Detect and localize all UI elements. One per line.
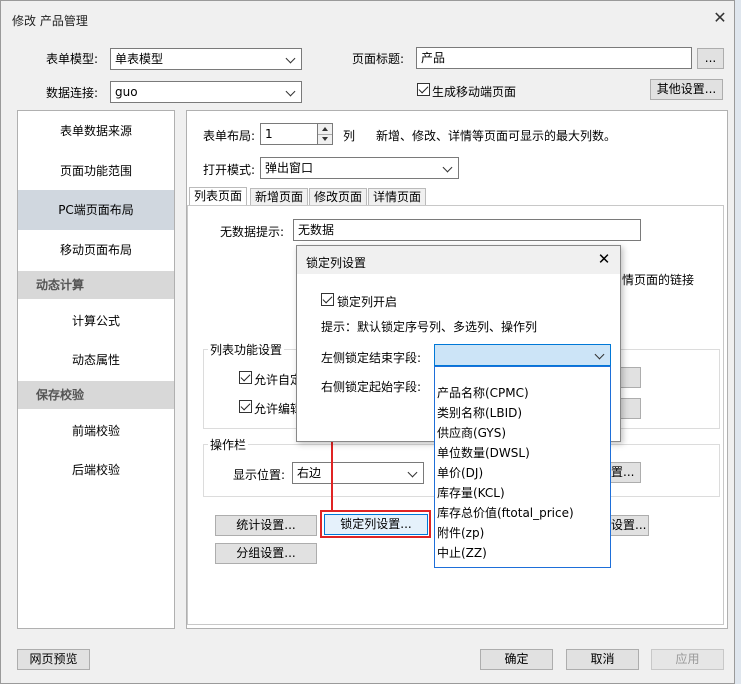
data-conn-select[interactable]: guo xyxy=(110,81,302,103)
lock-enable-label: 锁定列开启 xyxy=(337,295,398,309)
chevron-down-icon xyxy=(594,345,606,365)
allow-custom-label: 允许自定 xyxy=(254,373,303,387)
allow-edit-checkbox[interactable] xyxy=(239,400,252,413)
open-mode-select[interactable]: 弹出窗口 xyxy=(260,157,459,179)
spin-up-icon[interactable] xyxy=(318,124,332,134)
lock-dialog-close-icon[interactable]: ✕ xyxy=(596,251,612,267)
apply-button[interactable]: 应用 xyxy=(651,649,724,670)
left-end-select[interactable] xyxy=(434,344,611,366)
sidebar-item-frontend-check[interactable]: 前端校验 xyxy=(18,411,174,451)
close-icon[interactable]: ✕ xyxy=(711,9,729,27)
sidebar-item-backend-check[interactable]: 后端校验 xyxy=(18,450,174,490)
dropdown-option[interactable]: 单价(DJ) xyxy=(437,463,607,483)
chevron-down-icon xyxy=(285,49,297,69)
data-conn-label: 数据连接: xyxy=(46,86,99,100)
tab-list-page[interactable]: 列表页面 xyxy=(189,187,248,206)
gen-mobile-label: 生成移动端页面 xyxy=(432,85,517,99)
lock-hint: 提示：默认锁定序号列、多选列、操作列 xyxy=(321,320,538,334)
dropdown-option[interactable]: 附件(zp) xyxy=(437,523,607,543)
dropdown-option[interactable]: 库存量(KCL) xyxy=(437,483,607,503)
ok-button[interactable]: 确定 xyxy=(480,649,553,670)
list-func-group-title: 列表功能设置 xyxy=(208,341,285,358)
page-title-label: 页面标题: xyxy=(352,52,405,66)
field-dropdown-list: 产品名称(CPMC) 类别名称(LBID) 供应商(GYS) 单位数量(DWSL… xyxy=(434,366,611,568)
form-model-label: 表单模型: xyxy=(46,52,99,66)
dropdown-option[interactable]: 库存总价值(ftotal_price) xyxy=(437,503,607,523)
layout-cols-input[interactable]: 1 xyxy=(260,123,318,145)
dropdown-option[interactable]: 中止(ZZ) xyxy=(437,543,607,563)
sidebar-header-dynamic: 动态计算 xyxy=(18,271,174,299)
sidebar-item-page-scope[interactable]: 页面功能范围 xyxy=(18,151,174,191)
no-data-input[interactable]: 无数据 xyxy=(293,219,641,241)
open-mode-value: 弹出窗口 xyxy=(265,161,314,175)
spin-down-icon[interactable] xyxy=(318,134,332,145)
dropdown-option[interactable]: 类别名称(LBID) xyxy=(437,403,607,423)
stats-settings-button[interactable]: 统计设置... xyxy=(215,515,317,536)
group-settings-button[interactable]: 分组设置... xyxy=(215,543,317,564)
display-pos-value: 右边 xyxy=(297,466,322,480)
cancel-button[interactable]: 取消 xyxy=(566,649,639,670)
dropdown-option[interactable]: 产品名称(CPMC) xyxy=(437,383,607,403)
sidebar-item-formula[interactable]: 计算公式 xyxy=(18,301,174,341)
tab-add-page[interactable]: 新增页面 xyxy=(250,188,309,206)
sidebar: 表单数据来源 页面功能范围 PC端页面布局 移动页面布局 动态计算 计算公式 动… xyxy=(17,110,175,629)
sidebar-item-dynamic-attr[interactable]: 动态属性 xyxy=(18,340,174,380)
sidebar-header-validation: 保存校验 xyxy=(18,381,174,409)
display-pos-select[interactable]: 右边 xyxy=(292,462,424,484)
no-data-label: 无数据提示: xyxy=(220,225,285,239)
chevron-down-icon xyxy=(407,463,419,483)
sidebar-item-pc-layout[interactable]: PC端页面布局 xyxy=(18,190,174,230)
right-start-label: 右侧锁定起始字段: xyxy=(321,380,422,394)
data-conn-value: guo xyxy=(115,85,138,99)
chevron-down-icon xyxy=(285,82,297,102)
sidebar-item-mobile-layout[interactable]: 移动页面布局 xyxy=(18,230,174,270)
tab-edit-page[interactable]: 修改页面 xyxy=(309,188,368,206)
layout-cols-stepper[interactable] xyxy=(317,123,333,145)
more-settings-button[interactable]: 设置... xyxy=(610,515,649,536)
page-title-input[interactable]: 产品 xyxy=(416,47,692,69)
other-settings-button[interactable]: 其他设置... xyxy=(650,79,723,100)
dropdown-option[interactable]: 供应商(GYS) xyxy=(437,423,607,443)
dropdown-option[interactable]: 单位数量(DWSL) xyxy=(437,443,607,463)
tab-detail-page[interactable]: 详情页面 xyxy=(368,188,427,206)
col-unit-label: 列 xyxy=(343,129,356,143)
page-title-more-button[interactable]: ... xyxy=(697,48,724,69)
left-end-label: 左侧锁定结束字段: xyxy=(321,351,422,365)
lock-enable-checkbox[interactable] xyxy=(321,293,334,306)
preview-button[interactable]: 网页预览 xyxy=(17,649,90,670)
layout-label: 表单布局: xyxy=(203,129,256,143)
detail-link-text: 情页面的链接 xyxy=(622,273,695,287)
allow-edit-label: 允许编辑 xyxy=(254,402,303,416)
highlight-box xyxy=(320,510,431,538)
allow-custom-checkbox[interactable] xyxy=(239,371,252,384)
form-model-value: 单表模型 xyxy=(115,52,164,66)
open-mode-label: 打开模式: xyxy=(203,163,256,177)
gen-mobile-checkbox[interactable] xyxy=(417,83,430,96)
lock-dialog-title: 锁定列设置 xyxy=(306,256,367,270)
operate-group-title: 操作栏 xyxy=(208,436,249,453)
display-pos-label: 显示位置: xyxy=(233,468,286,482)
background-window-edge xyxy=(735,0,741,684)
chevron-down-icon xyxy=(442,158,454,178)
layout-hint: 新增、修改、详情等页面可显示的最大列数。 xyxy=(376,129,617,143)
sidebar-item-form-source[interactable]: 表单数据来源 xyxy=(18,111,174,151)
window-title: 修改 产品管理 xyxy=(12,14,88,28)
operate-settings-button[interactable]: 置... xyxy=(608,462,641,483)
form-model-select[interactable]: 单表模型 xyxy=(110,48,302,70)
